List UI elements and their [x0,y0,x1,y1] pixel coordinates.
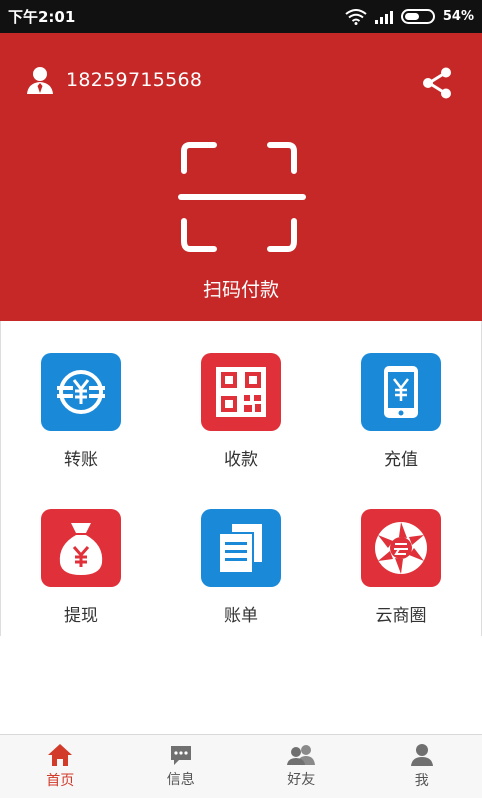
receive-tile [201,353,281,431]
withdraw-tile [41,509,121,587]
home-icon [48,744,73,766]
grid-item-withdraw[interactable]: 提现 [21,509,141,626]
battery-level [404,13,419,20]
share-icon[interactable] [420,66,454,100]
nav-label-friends: 好友 [287,772,316,788]
scan-to-pay-label[interactable]: 扫码付款 [0,275,482,302]
wifi-icon [345,8,367,25]
cloud-business-tile [361,509,441,587]
nav-label-home: 首页 [46,773,75,789]
money-bag-icon [59,523,103,575]
nav-label-me: 我 [414,773,429,789]
battery-percent: 54% [442,9,474,24]
signal-icon [374,10,393,24]
grid-label-withdraw: 提现 [64,606,98,626]
user-icon [27,67,53,94]
status-time: 下午2:01 [8,8,76,26]
profile-icon [410,744,433,766]
grid-item-cloud-business[interactable]: 云商圈 [341,509,461,626]
battery-icon [400,9,435,24]
grid-item-recharge[interactable]: 充值 [341,353,461,470]
grid-item-receive[interactable]: 收款 [181,353,301,470]
qr-code-icon [216,367,266,417]
transfer-yen-icon [57,370,105,414]
bottom-navigation: 首页 信息 好友 我 [0,734,482,798]
message-icon [170,746,191,765]
app-screen: 下午2:01 54% 18259715568 扫码付款 转账 收款 充值 提现 … [0,0,482,798]
bill-tile [201,509,281,587]
transfer-tile [41,353,121,431]
nav-item-friends[interactable]: 好友 [241,735,362,798]
grid-item-transfer[interactable]: 转账 [21,353,141,470]
status-indicators: 54% [345,8,474,25]
header-panel: 18259715568 扫码付款 [0,33,482,321]
function-grid: 转账 收款 充值 提现 账单 云商圈 [0,321,482,636]
aperture-icon [375,522,427,574]
grid-item-bill[interactable]: 账单 [181,509,301,626]
phone-recharge-icon [384,366,418,418]
grid-label-transfer: 转账 [64,450,98,470]
friends-icon [287,745,316,765]
scan-qr-icon[interactable] [178,141,306,255]
grid-label-bill: 账单 [224,606,258,626]
grid-label-receive: 收款 [224,450,258,470]
nav-item-home[interactable]: 首页 [0,735,121,798]
bill-documents-icon [218,522,264,574]
phone-number: 18259715568 [66,69,203,91]
nav-label-messages: 信息 [166,772,195,788]
grid-label-recharge: 充值 [384,450,418,470]
nav-item-messages[interactable]: 信息 [121,735,242,798]
user-info[interactable]: 18259715568 [26,65,202,95]
status-bar: 下午2:01 54% [0,0,482,33]
nav-item-me[interactable]: 我 [362,735,482,798]
grid-label-cloud-business: 云商圈 [375,606,427,626]
recharge-tile [361,353,441,431]
